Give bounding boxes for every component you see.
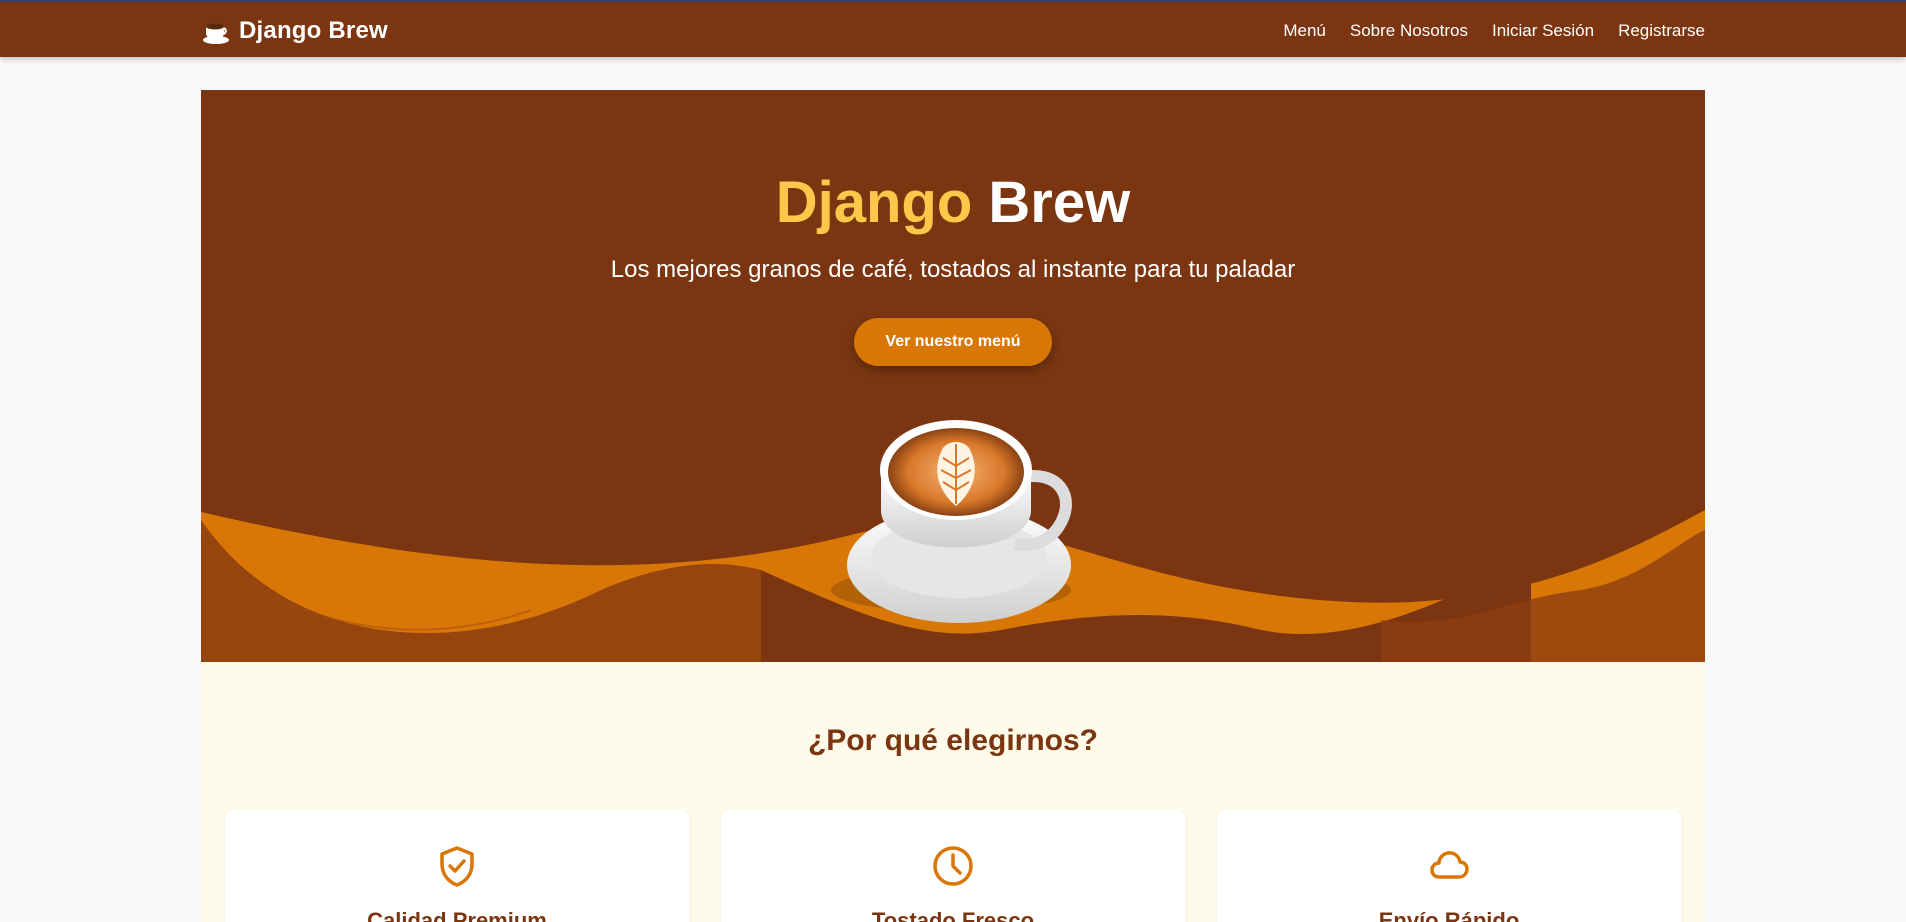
brand-link[interactable]: Django Brew (201, 16, 388, 46)
view-menu-button[interactable]: Ver nuestro menú (854, 318, 1052, 366)
navbar: Django Brew Menú Sobre Nosotros Iniciar … (0, 0, 1906, 57)
hero-subtitle: Los mejores granos de café, tostados al … (610, 256, 1296, 283)
clock-icon (933, 846, 973, 886)
nav-links: Menú Sobre Nosotros Iniciar Sesión Regis… (1283, 2, 1705, 59)
feature-card-shipping: Envío Rápido (1217, 810, 1681, 922)
hero-title-part2: Brew (988, 170, 1131, 235)
nav-link-menu[interactable]: Menú (1283, 21, 1326, 41)
cloud-icon (1430, 851, 1469, 879)
feature-card-title: Tostado Fresco (871, 908, 1035, 922)
latte-art-coffee-cup-image (831, 420, 1072, 623)
nav-link-about[interactable]: Sobre Nosotros (1350, 21, 1468, 41)
features-title: ¿Por qué elegirnos? (807, 724, 1099, 757)
features-section: ¿Por qué elegirnos? Calidad Premium Tost… (201, 662, 1705, 922)
feature-card-fresh-roast: Tostado Fresco (721, 810, 1185, 922)
hero-title-part1: Django (775, 170, 973, 235)
hero-section: Django Brew Los mejores granos de café, … (201, 90, 1705, 662)
coffee-cup-icon (203, 23, 229, 44)
brand-name: Django Brew (239, 17, 388, 44)
feature-card-quality: Calidad Premium (225, 810, 689, 922)
feature-card-title: Calidad Premium (367, 908, 547, 922)
nav-link-login[interactable]: Iniciar Sesión (1492, 21, 1594, 41)
shield-check-icon (440, 846, 474, 887)
feature-card-title: Envío Rápido (1378, 908, 1520, 922)
hero-title: Django Brew (201, 170, 1705, 237)
nav-link-register[interactable]: Registrarse (1618, 21, 1705, 41)
